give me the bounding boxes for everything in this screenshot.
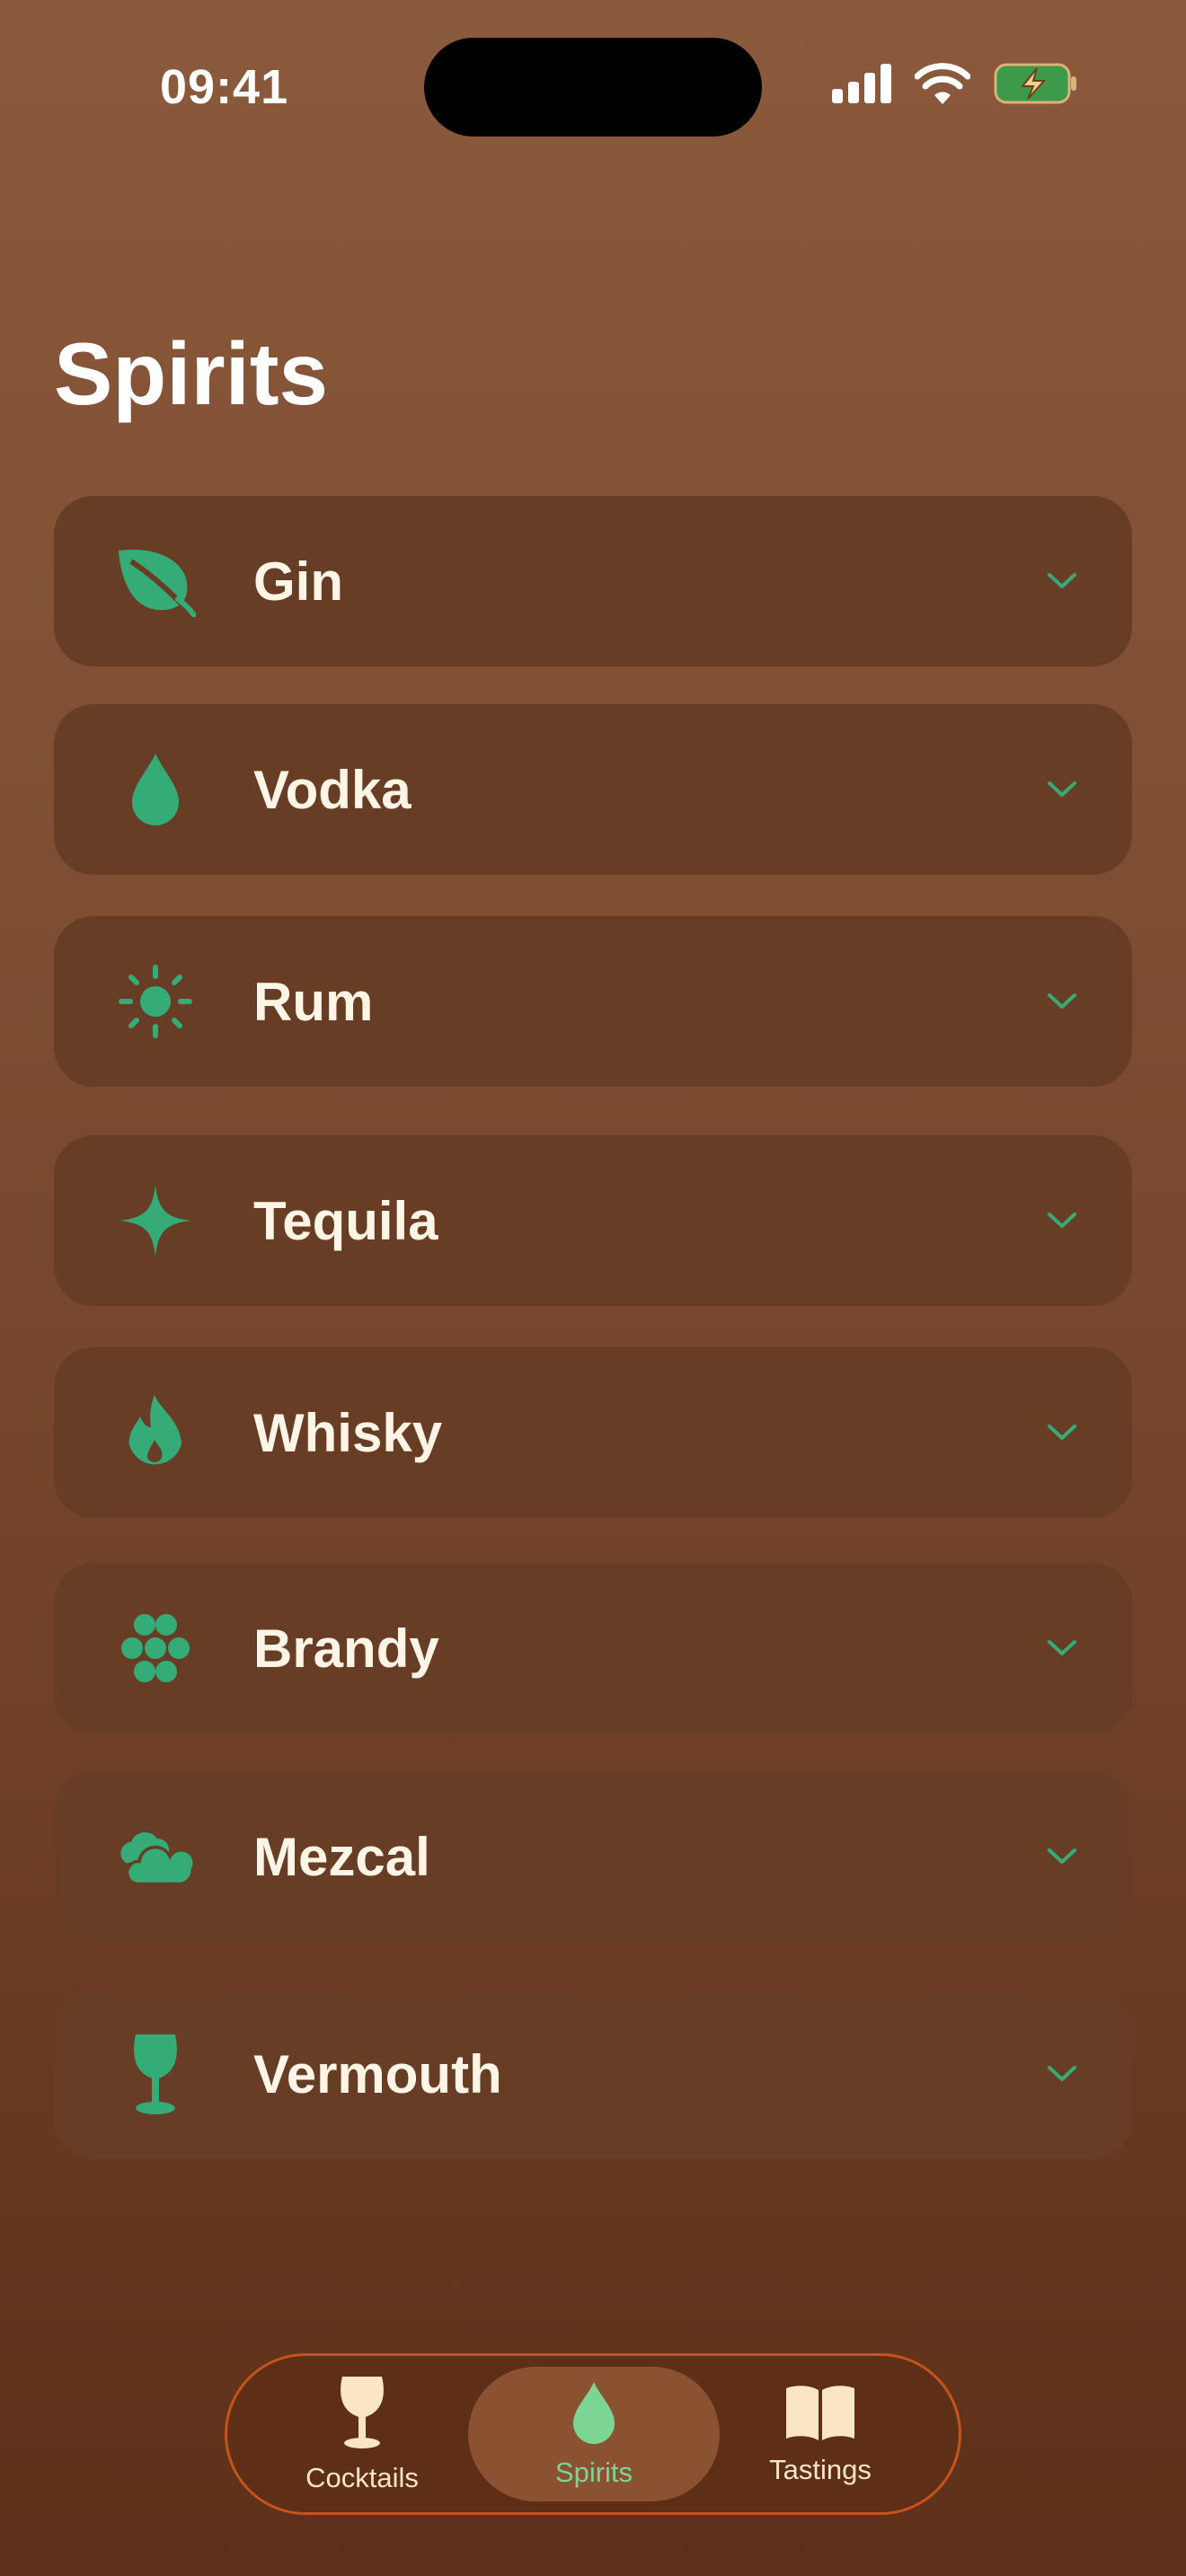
spirit-label-mezcal: Mezcal bbox=[253, 1826, 430, 1887]
status-icons bbox=[832, 63, 1078, 109]
cellular-signal-icon bbox=[832, 64, 891, 108]
chevron-down-icon[interactable] bbox=[1044, 772, 1080, 807]
spirit-row-vermouth[interactable]: Vermouth bbox=[54, 1989, 1132, 2159]
cloud-icon bbox=[115, 1816, 196, 1897]
drop-icon bbox=[115, 749, 196, 830]
wifi-icon bbox=[914, 63, 971, 109]
spirit-row-brandy[interactable]: Brandy bbox=[54, 1563, 1132, 1734]
tab-spirits[interactable]: Spirits bbox=[468, 2367, 720, 2501]
page-title: Spirits bbox=[54, 324, 328, 423]
wineglass-icon bbox=[115, 2033, 196, 2114]
chevron-down-icon[interactable] bbox=[1044, 1415, 1080, 1451]
grapes-icon bbox=[115, 1608, 196, 1689]
spirit-row-mezcal[interactable]: Mezcal bbox=[54, 1771, 1132, 1942]
tab-label-spirits: Spirits bbox=[554, 2456, 633, 2488]
spirit-label-rum: Rum bbox=[253, 971, 374, 1032]
spirit-label-vodka: Vodka bbox=[253, 759, 412, 820]
spirit-label-whisky: Whisky bbox=[253, 1402, 443, 1463]
status-time: 09:41 bbox=[160, 60, 289, 114]
spirit-label-gin: Gin bbox=[253, 551, 343, 612]
battery-charging-icon bbox=[994, 63, 1078, 109]
spirit-row-gin[interactable]: Gin bbox=[54, 496, 1132, 666]
tab-label-cocktails: Cocktails bbox=[305, 2461, 419, 2493]
flame-icon bbox=[115, 1392, 196, 1473]
chevron-down-icon[interactable] bbox=[1044, 1630, 1080, 1666]
spirit-label-brandy: Brandy bbox=[253, 1618, 439, 1679]
drop-icon bbox=[570, 2380, 618, 2449]
spirit-label-tequila: Tequila bbox=[253, 1190, 438, 1251]
spirit-row-vodka[interactable]: Vodka bbox=[54, 704, 1132, 875]
chevron-down-icon[interactable] bbox=[1044, 2056, 1080, 2092]
leaf-icon bbox=[115, 541, 196, 622]
tab-label-tastings: Tastings bbox=[769, 2453, 872, 2485]
tab-bar: Cocktails Spirits Tastings bbox=[225, 2353, 961, 2515]
spirit-row-tequila[interactable]: Tequila bbox=[54, 1135, 1132, 1306]
chevron-down-icon[interactable] bbox=[1044, 1203, 1080, 1239]
spirit-row-rum[interactable]: Rum bbox=[54, 916, 1132, 1087]
tab-cocktails[interactable]: Cocktails bbox=[272, 2356, 452, 2512]
sparkle-icon bbox=[115, 1180, 196, 1261]
chevron-down-icon[interactable] bbox=[1044, 984, 1080, 1019]
spirit-label-vermouth: Vermouth bbox=[253, 2043, 502, 2104]
book-icon bbox=[783, 2383, 858, 2447]
chevron-down-icon[interactable] bbox=[1044, 1839, 1080, 1875]
status-bar: 09:41 bbox=[0, 0, 1186, 180]
wineglass-icon bbox=[337, 2375, 387, 2455]
spirit-row-whisky[interactable]: Whisky bbox=[54, 1347, 1132, 1518]
sun-icon bbox=[115, 961, 196, 1042]
tab-tastings[interactable]: Tastings bbox=[730, 2356, 910, 2512]
chevron-down-icon[interactable] bbox=[1044, 563, 1080, 599]
dynamic-island bbox=[424, 38, 762, 137]
